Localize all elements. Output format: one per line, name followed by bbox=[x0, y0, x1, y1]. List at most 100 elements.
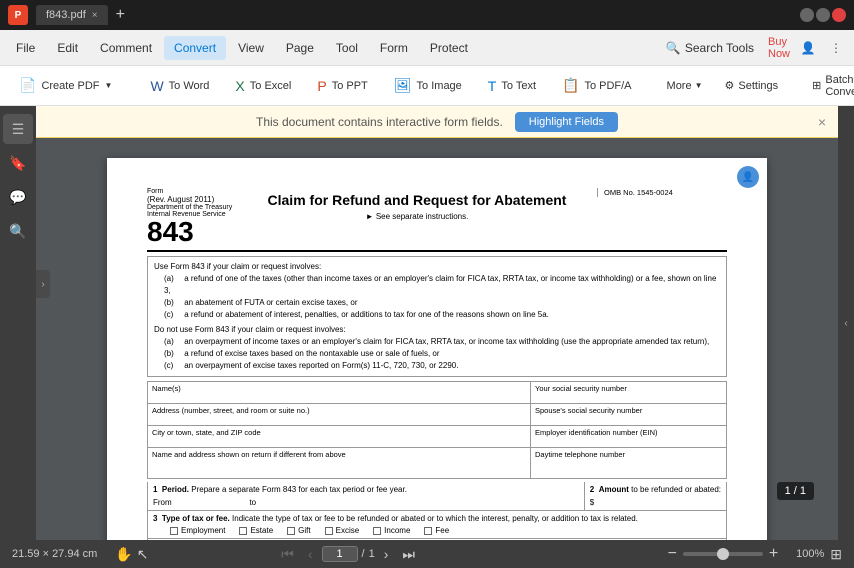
page-total-number: 1 bbox=[369, 548, 375, 560]
zoom-out-button[interactable]: − bbox=[668, 546, 677, 562]
form-number: 843 bbox=[147, 218, 237, 246]
menu-protect[interactable]: Protect bbox=[420, 36, 478, 60]
hand-tool-button[interactable]: ✋ bbox=[115, 546, 132, 563]
menu-tool[interactable]: Tool bbox=[326, 36, 368, 60]
to-ppt-icon: P bbox=[317, 78, 326, 94]
fit-page-button[interactable]: ⊞ bbox=[830, 546, 842, 563]
notification-bar: This document contains interactive form … bbox=[36, 106, 838, 138]
zoom-percentage: 100% bbox=[784, 548, 824, 560]
menu-form[interactable]: Form bbox=[370, 36, 418, 60]
sidebar-bookmarks-icon[interactable]: 🔖 bbox=[3, 148, 33, 178]
more-label: More bbox=[667, 80, 692, 92]
to-pdfa-label: To PDF/A bbox=[584, 80, 631, 92]
to-excel-icon: X bbox=[235, 78, 244, 94]
batch-convert-button[interactable]: ⊞ Batch Conve... bbox=[804, 70, 854, 102]
menu-comment[interactable]: Comment bbox=[90, 36, 162, 60]
next-page-button[interactable]: › bbox=[379, 544, 394, 564]
excise-checkbox[interactable] bbox=[325, 527, 333, 535]
checkbox-fee: Fee bbox=[424, 526, 449, 535]
field-spouse-ssn-label: Spouse's social security number bbox=[531, 404, 726, 425]
fee-checkbox[interactable] bbox=[424, 527, 432, 535]
prev-page-button[interactable]: ‹ bbox=[303, 544, 318, 564]
sidebar-comments-icon[interactable]: 💬 bbox=[3, 182, 33, 212]
field-address-label: Address (number, street, and room or sui… bbox=[148, 404, 531, 425]
dimensions-text: 21.59 × 27.94 cm bbox=[12, 548, 97, 560]
sidebar-collapse-button[interactable]: › bbox=[36, 270, 50, 298]
sidebar-search-icon[interactable]: 🔍 bbox=[3, 216, 33, 246]
page-badge-text: 1 / 1 bbox=[785, 485, 806, 497]
page-total-text: / bbox=[362, 548, 365, 560]
checkbox-excise: Excise bbox=[325, 526, 360, 535]
page-number-input[interactable] bbox=[322, 546, 358, 562]
notification-message: This document contains interactive form … bbox=[256, 115, 503, 129]
tab-filename: f843.pdf bbox=[46, 9, 86, 21]
checkbox-gift: Gift bbox=[287, 526, 310, 535]
settings-icon: ⚙ bbox=[725, 79, 735, 92]
menu-more-icon[interactable]: ⋮ bbox=[824, 36, 848, 60]
toolbar: 📄 Create PDF ▼ W To Word X To Excel P To… bbox=[0, 66, 854, 106]
section-1-text: Prepare a separate Form 843 for each tax… bbox=[191, 485, 407, 494]
buy-now-button[interactable]: Buy Now bbox=[768, 36, 792, 60]
bottom-bar: 21.59 × 27.94 cm ✋ ↖ ⏮ ‹ / 1 › ⏭ − + 100… bbox=[0, 540, 854, 568]
more-button[interactable]: More ▼ bbox=[659, 76, 711, 96]
zoom-slider[interactable] bbox=[683, 552, 763, 556]
menu-view[interactable]: View bbox=[228, 36, 274, 60]
instructions-header: Use Form 843 if your claim or request in… bbox=[154, 261, 720, 273]
section-2-num: 2 bbox=[590, 485, 594, 494]
search-tools-label: Search Tools bbox=[685, 41, 754, 55]
section-1-num: 1 bbox=[153, 485, 157, 494]
checkbox-income: Income bbox=[373, 526, 410, 535]
to-ppt-button[interactable]: P To PPT bbox=[306, 73, 378, 99]
maximize-button[interactable] bbox=[816, 8, 830, 22]
section-2-text: to be refunded or abated: bbox=[631, 485, 721, 494]
tab-item[interactable]: f843.pdf × bbox=[36, 5, 108, 25]
menu-right: 🔍 Search Tools Buy Now 👤 ⋮ bbox=[656, 36, 848, 60]
highlight-fields-button[interactable]: Highlight Fields bbox=[515, 112, 618, 132]
estate-checkbox[interactable] bbox=[239, 527, 247, 535]
minimize-button[interactable] bbox=[800, 8, 814, 22]
section-4: 4 Type of penalty. If the claim or reque… bbox=[147, 539, 727, 540]
section-3-header: 3 Type of tax or fee. Indicate the type … bbox=[148, 511, 726, 524]
field-ssn-label: Your social security number bbox=[531, 382, 726, 403]
to-text-button[interactable]: T To Text bbox=[477, 73, 547, 99]
tab-close-button[interactable]: × bbox=[92, 10, 98, 21]
sidebar-pages-icon[interactable]: ☰ bbox=[3, 114, 33, 144]
pdf-content[interactable]: 👤 Form (Rev. August 2011) Department of … bbox=[36, 138, 838, 540]
to-word-label: To Word bbox=[169, 80, 210, 92]
gift-checkbox[interactable] bbox=[287, 527, 295, 535]
menu-edit[interactable]: Edit bbox=[47, 36, 88, 60]
app-logo: P bbox=[8, 5, 28, 25]
select-tool-button[interactable]: ↖ bbox=[137, 546, 149, 563]
notification-close-button[interactable]: × bbox=[818, 114, 826, 130]
last-page-button[interactable]: ⏭ bbox=[397, 544, 420, 565]
user-icon[interactable]: 👤 bbox=[796, 36, 820, 60]
user-avatar[interactable]: 👤 bbox=[737, 166, 759, 188]
create-pdf-dropdown-icon: ▼ bbox=[105, 81, 113, 90]
search-tools-button[interactable]: 🔍 Search Tools bbox=[656, 37, 764, 59]
income-checkbox[interactable] bbox=[373, 527, 381, 535]
new-tab-button[interactable]: + bbox=[116, 6, 125, 24]
menu-page[interactable]: Page bbox=[276, 36, 324, 60]
to-pdfa-button[interactable]: 📋 To PDF/A bbox=[551, 72, 643, 99]
employment-checkbox[interactable] bbox=[170, 527, 178, 535]
section-1-2: 1 Period. Prepare a separate Form 843 fo… bbox=[147, 482, 727, 511]
settings-button[interactable]: ⚙ Settings bbox=[715, 75, 789, 96]
right-sidebar: ‹ bbox=[838, 106, 854, 540]
do-not-use-header: Do not use Form 843 if your claim or req… bbox=[154, 324, 720, 336]
section-2-label: Amount bbox=[599, 485, 629, 494]
menu-file[interactable]: File bbox=[6, 36, 45, 60]
to-excel-button[interactable]: X To Excel bbox=[224, 73, 302, 99]
zoom-in-button[interactable]: + bbox=[769, 546, 778, 562]
to-image-button[interactable]: 🖼 To Image bbox=[383, 72, 473, 99]
menu-convert[interactable]: Convert bbox=[164, 36, 226, 60]
form-omb: OMB No. 1545-0024 bbox=[597, 188, 727, 197]
to-word-button[interactable]: W To Word bbox=[139, 73, 220, 99]
first-page-button[interactable]: ⏮ bbox=[276, 544, 299, 565]
create-pdf-icon: 📄 bbox=[19, 77, 36, 94]
main-area: ☰ 🔖 💬 🔍 › This document contains interac… bbox=[0, 106, 854, 540]
zoom-thumb[interactable] bbox=[717, 548, 729, 560]
create-pdf-button[interactable]: 📄 Create PDF ▼ bbox=[8, 72, 123, 99]
close-button[interactable] bbox=[832, 8, 846, 22]
right-sidebar-collapse-button[interactable]: ‹ bbox=[844, 318, 847, 329]
section-2-value: $ bbox=[590, 498, 721, 507]
